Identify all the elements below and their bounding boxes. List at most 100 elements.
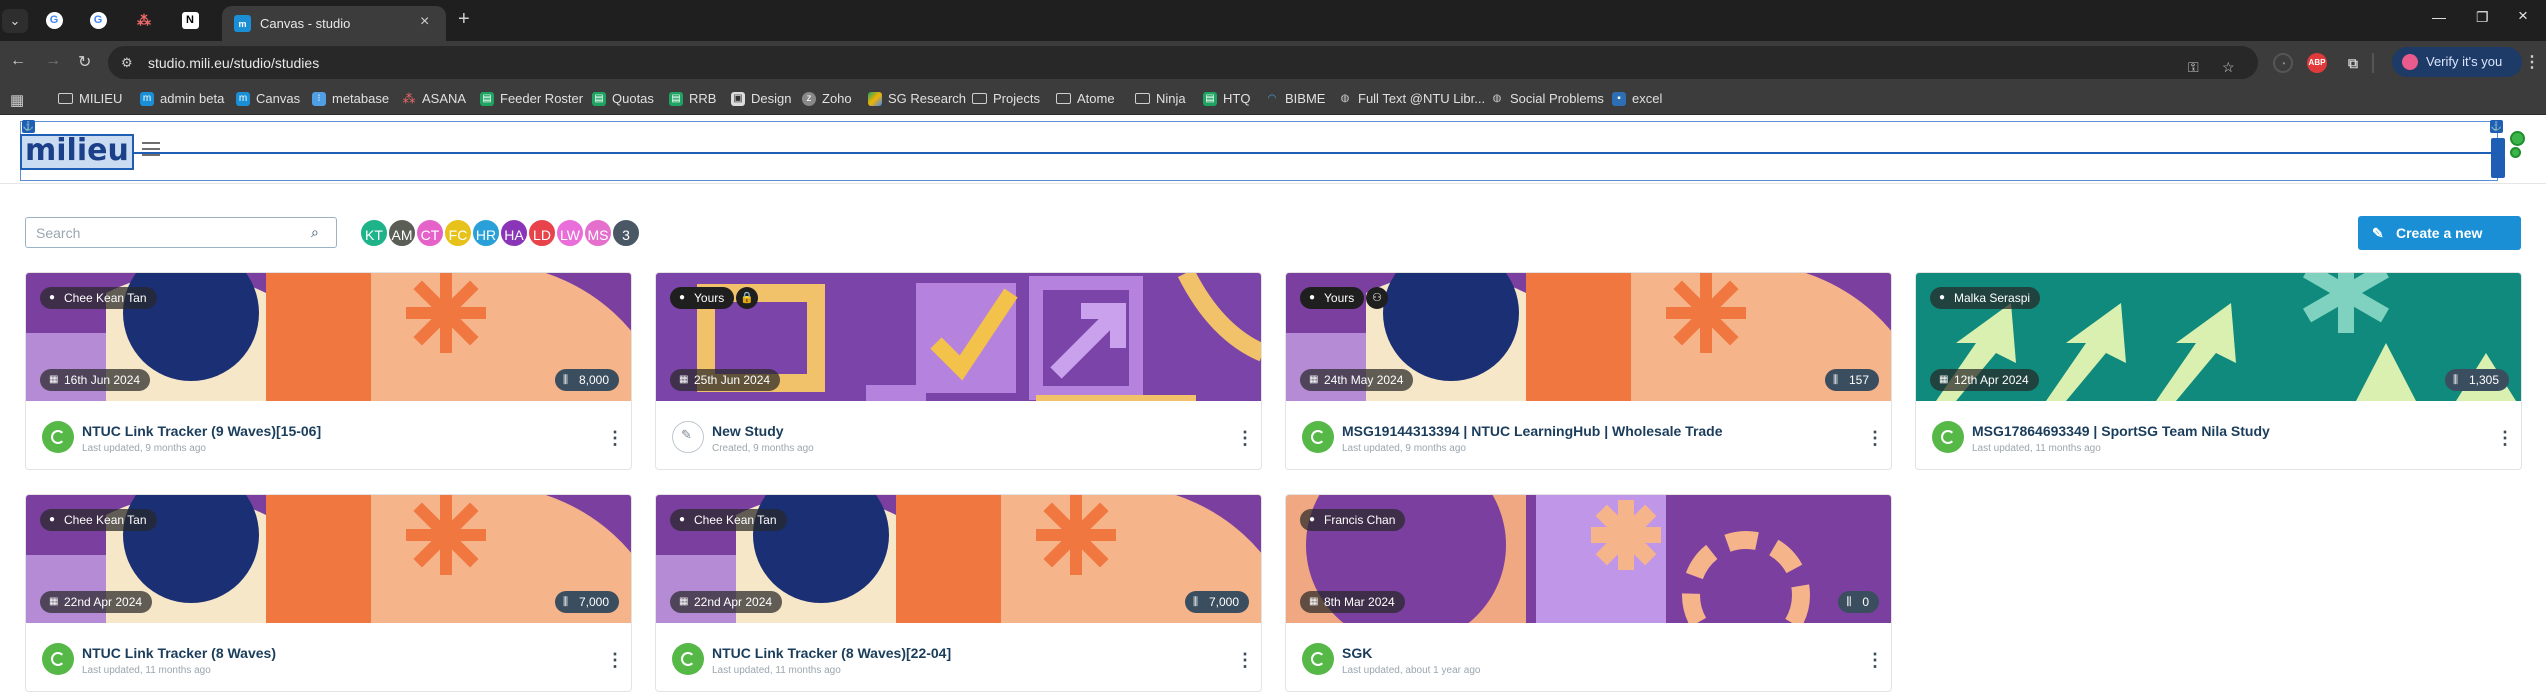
avatar[interactable]: FC [443,218,473,248]
extensions-icon[interactable]: ⧉ [2343,53,2363,73]
bookmark-projects[interactable]: Projects [972,91,1040,106]
create-study-button[interactable]: ✎ Create a new study [2358,216,2521,275]
browser-menu-icon[interactable]: ⋮ [2522,53,2542,73]
study-card[interactable]: ● Chee Kean Tan ▦ 22nd Apr 2024 ⫼ 7,000 NTU… [655,494,1262,692]
tab-search-button[interactable]: ⌄ [2,9,28,33]
more-options-icon[interactable]: ⋮ [606,428,624,449]
more-options-icon[interactable]: ⋮ [1236,650,1254,671]
bookmark-design[interactable]: ▣ Design [731,91,791,106]
tab-canvas-studio[interactable]: m Canvas - studio × [222,6,446,41]
pinned-tab-google-1[interactable]: G [36,9,72,31]
apps-grid-icon[interactable]: ▦ [10,91,24,109]
search-input[interactable] [36,223,296,243]
bookmark-metabase[interactable]: ⁝ metabase [312,91,389,106]
new-tab-button[interactable]: + [458,8,470,31]
milieu-logo[interactable]: milieu [20,134,134,170]
bookmark-milieu[interactable]: MILIEU [58,91,122,106]
more-avatars-count[interactable]: 3 [611,218,641,248]
restore-icon[interactable]: ❐ [2476,9,2489,26]
bookmark-feeder-roster[interactable]: ▤ Feeder Roster [480,91,583,106]
pinned-tab-asana[interactable]: ⁂ [126,9,162,31]
anchor-icon[interactable]: ⚓ [22,120,35,133]
bookmark-rrb[interactable]: ▤ RRB [669,91,716,106]
more-options-icon[interactable]: ⋮ [1236,428,1254,449]
study-title[interactable]: NTUC Link Tracker (9 Waves)[15-06] [82,423,321,439]
bar-chart-icon: ⫼ [562,596,569,608]
verify-profile-button[interactable]: Verify it's you [2392,47,2522,77]
search-icon[interactable]: ⌕ [311,224,319,241]
study-updated: Last updated, 9 months ago [1342,443,1466,454]
avatar[interactable]: HR [471,218,501,248]
avatar[interactable]: LD [527,218,557,248]
editor-selection-frame [20,121,2498,181]
bar-chart-icon: ⫼ [1832,374,1839,386]
study-card[interactable]: ● Malka Seraspi ▦ 12th Apr 2024 ⫼ 1,305 MSG… [1915,272,2522,470]
bookmark-admin-beta[interactable]: m admin beta [140,91,224,106]
address-bar[interactable]: ⚙ studio.mili.eu/studio/studies ⚿ ☆ [108,46,2258,79]
bookmark-star-icon[interactable]: ☆ [2222,59,2235,76]
minimize-icon[interactable]: — [2432,9,2446,25]
anchor-icon[interactable]: ⚓ [2490,120,2503,133]
green-status-icon[interactable] [2510,147,2521,158]
reload-icon[interactable]: ↻ [78,52,91,72]
password-key-icon[interactable]: ⚿ [2188,59,2199,76]
bookmark-htq[interactable]: ▤ HTQ [1203,91,1250,106]
editor-handle[interactable] [2491,138,2505,178]
study-title[interactable]: MSG19144313394 | NTUC LearningHub | Whol… [1342,423,1723,439]
respondent-count-badge: ⫼ 0 [1838,591,1879,613]
study-card[interactable]: ● Francis Chan ▦ 8th Mar 2024 ⫼ 0 SGK Last … [1285,494,1892,692]
study-card[interactable]: ● Yours ⚇ ▦ 24th May 2024 ⫼ 157 MSG19144313… [1285,272,1892,470]
respondent-count-badge: ⫼ 7,000 [1184,591,1249,613]
more-options-icon[interactable]: ⋮ [1866,428,1884,449]
study-title[interactable]: MSG17864693349 | SportSG Team Nila Study [1972,423,2270,439]
close-tab-icon[interactable]: × [420,13,429,31]
avatar[interactable]: AM [387,218,417,248]
bookmark-excel[interactable]: ▪ excel [1612,91,1662,106]
bookmark-ninja[interactable]: Ninja [1135,91,1186,106]
bookmark-quotas[interactable]: ▤ Quotas [592,91,654,106]
forward-icon[interactable]: → [45,52,61,70]
avatar[interactable]: KT [359,218,389,248]
site-info-icon[interactable]: ⚙ [121,55,133,71]
study-card[interactable]: ● Yours 🔒 ▦ 25th Jun 2024 ✎ New Study Crea… [655,272,1262,470]
study-title[interactable]: NTUC Link Tracker (8 Waves) [82,645,276,661]
more-options-icon[interactable]: ⋮ [1866,650,1884,671]
hamburger-menu-icon[interactable] [142,142,160,156]
adblock-icon[interactable]: ABP [2307,53,2327,73]
date-badge: ▦ 25th Jun 2024 [670,369,781,391]
back-icon[interactable]: ← [10,52,26,70]
owner-badge: ● Yours [670,287,735,309]
avatar[interactable]: CT [415,218,445,248]
browser-tabstrip: ⌄ G G ⁂ N m Canvas - studio × + — ❐ × [0,0,2546,41]
avatar[interactable]: MS [583,218,613,248]
study-updated: Last updated, 11 months ago [1972,443,2101,454]
study-card[interactable]: ● Chee Kean Tan ▦ 16th Jun 2024 ⫼ 8,000 NTU… [25,272,632,470]
avatar[interactable]: LW [555,218,585,248]
study-title[interactable]: NTUC Link Tracker (8 Waves)[22-04] [712,645,951,661]
search-field[interactable]: ⌕ [25,217,337,248]
bookmark-full-text-ntu[interactable]: ◍ Full Text @NTU Libr... [1338,91,1485,106]
respondent-count-badge: ⫼ 7,000 [554,591,619,613]
pinned-tab-google-2[interactable]: G [80,9,116,31]
study-updated: Last updated, 11 months ago [712,665,841,676]
more-options-icon[interactable]: ⋮ [606,650,624,671]
extension-loading-icon[interactable]: ◔ [2273,53,2293,73]
bar-chart-icon: ⫼ [2452,374,2459,386]
close-window-icon[interactable]: × [2518,6,2528,26]
bookmark-atome[interactable]: Atome [1056,91,1115,106]
pinned-tab-notion[interactable]: N [172,9,208,31]
bookmark-social-problems[interactable]: ◍ Social Problems [1490,91,1604,106]
study-title[interactable]: SGK [1342,645,1372,661]
green-status-icon[interactable] [2510,131,2525,146]
bookmark-canvas[interactable]: m Canvas [236,91,300,106]
bookmark-bibme[interactable]: ◠ BIBME [1265,91,1326,106]
bookmark-sg-research[interactable]: SG Research [868,91,966,106]
bookmark-asana[interactable]: ⁂ ASANA [402,91,467,106]
bookmark-zoho[interactable]: z Zoho [802,91,852,106]
avatar[interactable]: HA [499,218,529,248]
study-title[interactable]: New Study [712,423,784,439]
more-options-icon[interactable]: ⋮ [2496,428,2514,449]
browser-toolbar: ← → ↻ ⚙ studio.mili.eu/studio/studies ⚿ … [0,41,2546,84]
study-card[interactable]: ● Chee Kean Tan ▦ 22nd Apr 2024 ⫼ 7,000 NTU… [25,494,632,692]
user-icon: ● [679,292,686,303]
